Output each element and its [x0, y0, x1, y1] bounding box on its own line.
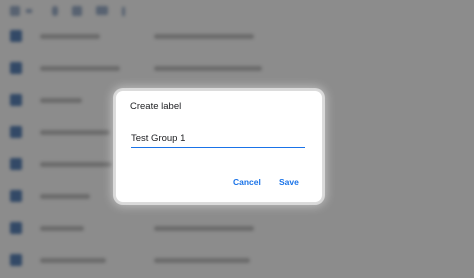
label-name-field	[131, 131, 305, 148]
gmail-window: Create label Cancel Save	[0, 0, 474, 278]
dialog-title: Create label	[130, 101, 182, 112]
save-button[interactable]: Save	[276, 175, 302, 189]
cancel-button[interactable]: Cancel	[230, 175, 264, 189]
label-name-input[interactable]	[131, 131, 305, 145]
create-label-dialog: Create label Cancel Save	[116, 91, 322, 202]
